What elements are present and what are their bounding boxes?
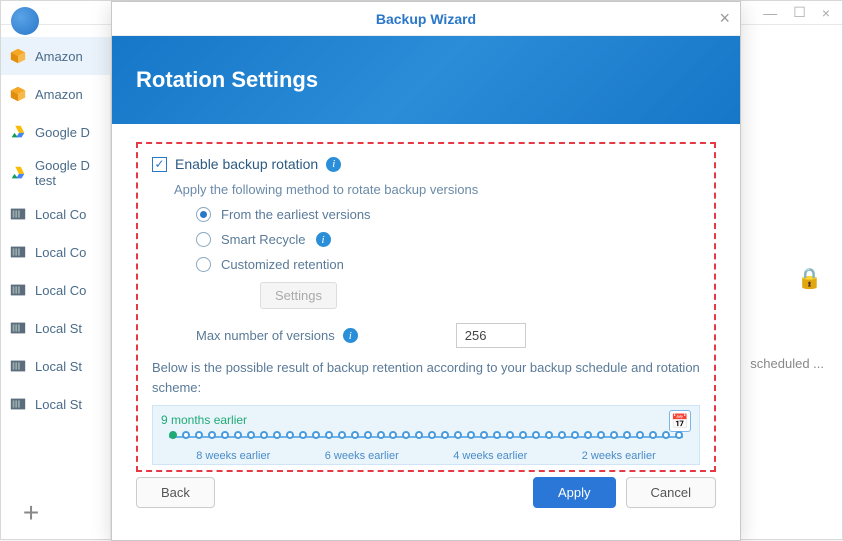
sidebar-item-local-2[interactable]: Local Co	[1, 233, 110, 271]
storage-icon	[9, 243, 27, 261]
timeline-ticks: 8 weeks earlier 6 weeks earlier 4 weeks …	[169, 450, 683, 462]
tick-label: 8 weeks earlier	[169, 450, 298, 462]
sidebar-item-google-1[interactable]: Google D	[1, 113, 110, 151]
modal-footer: Back Apply Cancel	[112, 464, 740, 520]
sidebar: Amazon Amazon Google D Google D test Loc…	[1, 37, 111, 539]
back-button[interactable]: Back	[136, 477, 215, 508]
minimize-icon[interactable]: —	[763, 5, 777, 21]
sidebar-item-label: Local St	[35, 321, 82, 336]
settings-button: Settings	[260, 282, 337, 309]
sidebar-item-label: Local Co	[35, 207, 86, 222]
sidebar-item-label: Local St	[35, 359, 82, 374]
enable-rotation-label: Enable backup rotation	[175, 156, 318, 172]
explain-text: Below is the possible result of backup r…	[152, 358, 700, 397]
maximize-icon[interactable]: ☐	[793, 4, 806, 21]
app-logo-icon	[11, 7, 39, 35]
timeline-start-label: 9 months earlier	[161, 413, 247, 427]
apply-method-text: Apply the following method to rotate bac…	[174, 182, 700, 197]
tick-label: 6 weeks earlier	[298, 450, 427, 462]
storage-icon	[9, 319, 27, 337]
calendar-icon[interactable]: 📅	[669, 410, 691, 432]
modal-titlebar: Backup Wizard ×	[112, 2, 740, 36]
sidebar-item-label: Google D test	[35, 158, 90, 188]
sidebar-item-local-3[interactable]: Local Co	[1, 271, 110, 309]
info-icon[interactable]: i	[326, 157, 341, 172]
apply-button[interactable]: Apply	[533, 477, 616, 508]
sidebar-item-label: Local Co	[35, 283, 86, 298]
info-icon[interactable]: i	[316, 232, 331, 247]
page-title: Rotation Settings	[136, 67, 318, 93]
radio-smart-input[interactable]	[196, 232, 211, 247]
app-window: — ☐ × Amazon Amazon Google D Google D te…	[0, 0, 843, 540]
max-versions-row: Max number of versions i	[196, 323, 700, 348]
sidebar-item-amazon-2[interactable]: Amazon	[1, 75, 110, 113]
radio-smart-label: Smart Recycle	[221, 232, 306, 247]
gdrive-icon	[9, 164, 27, 182]
storage-icon	[9, 205, 27, 223]
close-icon[interactable]: ×	[719, 8, 730, 29]
storage-icon	[9, 281, 27, 299]
radio-smart[interactable]: Smart Recycle i	[196, 232, 700, 247]
backup-wizard-modal: Backup Wizard × Rotation Settings ✓ Enab…	[111, 1, 741, 541]
storage-icon	[9, 395, 27, 413]
radio-earliest-input[interactable]	[196, 207, 211, 222]
enable-rotation-checkbox[interactable]: ✓	[152, 157, 167, 172]
modal-title: Backup Wizard	[376, 11, 476, 27]
enable-rotation-row[interactable]: ✓ Enable backup rotation i	[152, 156, 700, 172]
bg-scheduled-text: scheduled ...	[750, 356, 824, 371]
tick-label: 2 weeks earlier	[555, 450, 684, 462]
info-icon[interactable]: i	[343, 328, 358, 343]
timeline: 9 months earlier 📅	[152, 405, 700, 465]
sidebar-item-amazon-1[interactable]: Amazon	[1, 37, 110, 75]
sidebar-item-label: Local St	[35, 397, 82, 412]
max-versions-input[interactable]	[456, 323, 526, 348]
sidebar-item-label: Local Co	[35, 245, 86, 260]
storage-icon	[9, 357, 27, 375]
radio-custom[interactable]: Customized retention	[196, 257, 700, 272]
timeline-dots	[169, 431, 683, 439]
lock-icon: 🔒	[762, 266, 822, 326]
sidebar-item-google-2[interactable]: Google D test	[1, 151, 110, 195]
max-versions-label: Max number of versions	[196, 328, 335, 343]
rotation-method-radios: From the earliest versions Smart Recycle…	[196, 207, 700, 309]
window-close-icon[interactable]: ×	[822, 5, 830, 21]
highlighted-section: ✓ Enable backup rotation i Apply the fol…	[136, 142, 716, 472]
box-icon	[9, 47, 27, 65]
tick-label: 4 weeks earlier	[426, 450, 555, 462]
gdrive-icon	[9, 123, 27, 141]
sidebar-item-label: Amazon	[35, 87, 83, 102]
radio-custom-label: Customized retention	[221, 257, 344, 272]
sidebar-item-local-4[interactable]: Local St	[1, 309, 110, 347]
add-button[interactable]: +	[11, 493, 51, 533]
cancel-button[interactable]: Cancel	[626, 477, 716, 508]
sidebar-item-local-5[interactable]: Local St	[1, 347, 110, 385]
radio-custom-input[interactable]	[196, 257, 211, 272]
radio-earliest-label: From the earliest versions	[221, 207, 371, 222]
sidebar-item-local-1[interactable]: Local Co	[1, 195, 110, 233]
modal-header: Rotation Settings	[112, 36, 740, 124]
modal-body: ✓ Enable backup rotation i Apply the fol…	[112, 124, 740, 464]
sidebar-item-local-6[interactable]: Local St	[1, 385, 110, 423]
radio-earliest[interactable]: From the earliest versions	[196, 207, 700, 222]
box-icon	[9, 85, 27, 103]
sidebar-item-label: Amazon	[35, 49, 83, 64]
sidebar-item-label: Google D	[35, 125, 90, 140]
